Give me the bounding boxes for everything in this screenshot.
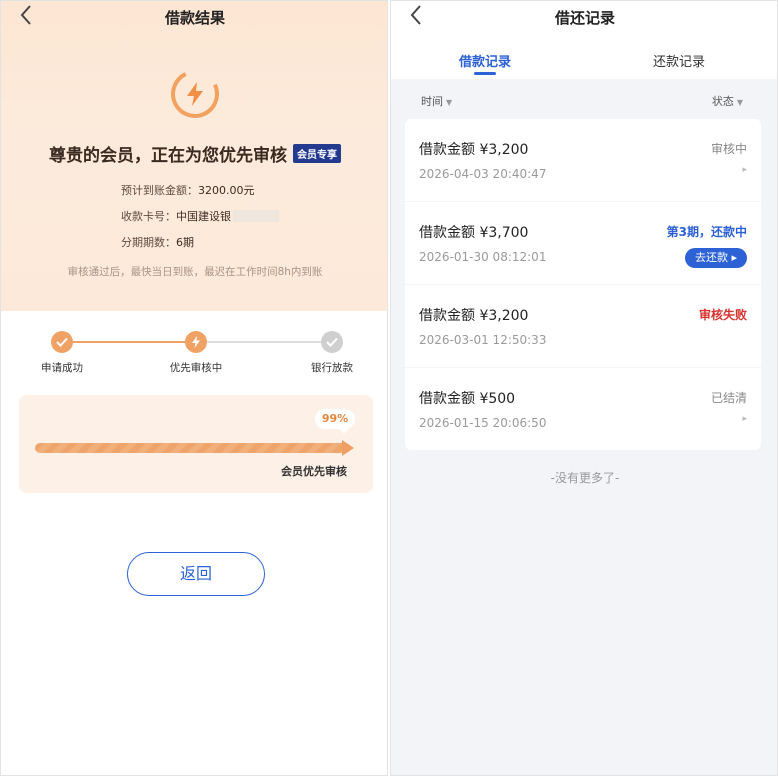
- periods-row: 分期期数：6期: [121, 234, 194, 250]
- record-status: 审核中: [710, 142, 747, 156]
- status-filter-label: 状态: [711, 95, 734, 108]
- periods-value: 6期: [176, 236, 194, 249]
- progress-caption: 会员优先审核: [281, 465, 347, 478]
- hero-title-row: 尊贵的会员，正在为您优先审核 会员专享: [1, 141, 387, 166]
- page-title: 借款结果: [164, 9, 225, 27]
- vip-badge: 会员专享: [293, 144, 341, 163]
- time-filter-label: 时间: [421, 95, 443, 108]
- loan-record-item[interactable]: 借款金额 ¥500 2026-01-15 20:06:50 已结清 ▸: [405, 368, 761, 450]
- loan-record-item[interactable]: 借款金额 ¥3,200 2026-04-03 20:40:47 审核中 ▸: [405, 119, 761, 201]
- loan-record-item[interactable]: 借款金额 ¥3,200 2026-03-01 12:50:33 审核失败: [405, 285, 761, 367]
- step-label-applied: 申请成功: [41, 362, 83, 374]
- periods-label: 分期期数：: [121, 236, 176, 249]
- no-more-text: -没有更多了-: [550, 471, 620, 485]
- progress-percent-bubble: 99%: [315, 409, 355, 434]
- expected-amount-value: 3200.00元: [198, 184, 255, 197]
- masked-card-number: [233, 210, 279, 222]
- step-connector-pending: [207, 341, 321, 343]
- tab-repayment-records[interactable]: 还款记录: [653, 51, 705, 70]
- record-time: 2026-01-15 20:06:50: [419, 416, 547, 430]
- active-tab-indicator: [474, 72, 496, 75]
- record-status: 审核失败: [698, 308, 747, 322]
- progress-bar-track: [35, 443, 351, 453]
- status-filter[interactable]: 状态 ▼: [712, 93, 743, 109]
- card-row: 收款卡号：中国建设银: [121, 208, 279, 224]
- progress-arrow-icon: [341, 440, 354, 456]
- caret-down-icon: ▼: [446, 98, 453, 107]
- record-status: 已结清: [710, 391, 747, 405]
- step-done-check-icon: [51, 331, 73, 353]
- hero-title: 尊贵的会员，正在为您优先审核: [49, 146, 287, 166]
- repay-button[interactable]: 去还款 ▸: [684, 248, 747, 268]
- nav-bar: 借款结果: [1, 1, 387, 35]
- card-label: 收款卡号：: [121, 210, 176, 223]
- loan-record-item[interactable]: 借款金额 ¥3,700 2026-01-30 08:12:01 第3期，还款中 …: [405, 202, 761, 284]
- record-amount: 借款金额 ¥3,700: [419, 225, 529, 241]
- record-amount: 借款金额 ¥500: [419, 391, 516, 407]
- caret-down-icon: ▼: [736, 98, 743, 107]
- step-pending-check-icon: [321, 331, 343, 353]
- return-button[interactable]: 返回: [127, 552, 265, 596]
- records-header: 借还记录 借款记录 还款记录: [391, 1, 777, 79]
- record-status: 第3期，还款中: [666, 225, 747, 239]
- lightning-icon: [171, 70, 219, 118]
- expected-amount-row: 预计到账金额：3200.00元: [121, 182, 255, 198]
- step-label-disbursing: 银行放款: [311, 362, 353, 374]
- record-amount: 借款金额 ¥3,200: [419, 308, 529, 324]
- arrival-note: 审核通过后，最快当日到账，最迟在工作时间8h内到账: [67, 266, 323, 278]
- chevron-right-icon: ▸: [742, 165, 747, 175]
- record-time: 2026-03-01 12:50:33: [419, 333, 547, 347]
- hero-section: 借款结果 尊贵的会员，正在为您优先审核 会员专享 预计到账金额：3200.00元…: [1, 1, 387, 311]
- progress-bar-fill: [35, 443, 348, 453]
- tab-loan-records[interactable]: 借款记录: [459, 51, 511, 70]
- chevron-right-icon: ▸: [742, 414, 747, 424]
- nav-bar: 借还记录: [391, 1, 777, 35]
- loan-result-screen: 借款结果 尊贵的会员，正在为您优先审核 会员专享 预计到账金额：3200.00元…: [0, 0, 388, 776]
- expected-amount-label: 预计到账金额：: [121, 184, 198, 197]
- record-time: 2026-04-03 20:40:47: [419, 167, 547, 181]
- record-time: 2026-01-30 08:12:01: [419, 250, 547, 264]
- step-connector-done: [73, 341, 185, 343]
- time-filter[interactable]: 时间 ▼: [421, 93, 452, 109]
- step-label-reviewing: 优先审核中: [169, 362, 223, 374]
- review-progress-card: 99% 会员优先审核: [19, 395, 373, 493]
- card-value: 中国建设银: [176, 210, 231, 223]
- loan-records-screen: 借还记录 借款记录 还款记录 时间 ▼ 状态 ▼ 借款金额 ¥3,200 2026-…: [390, 0, 778, 776]
- page-title: 借还记录: [554, 9, 615, 27]
- record-amount: 借款金额 ¥3,200: [419, 142, 529, 158]
- step-active-lightning-icon: [185, 331, 207, 353]
